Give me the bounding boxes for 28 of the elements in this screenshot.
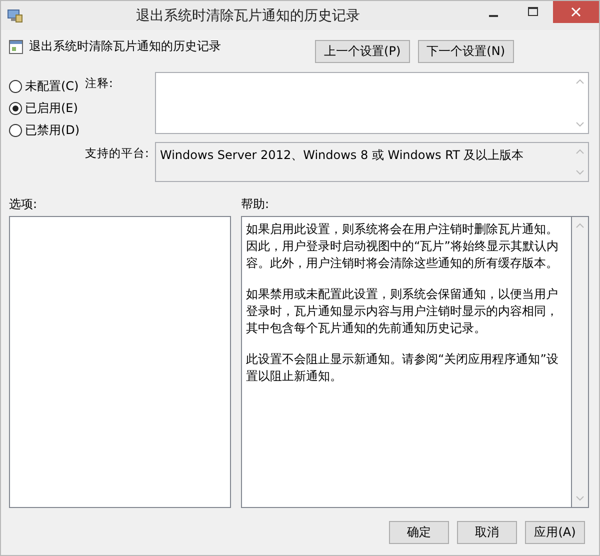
help-paragraph: 如果禁用或未配置此设置，则系统会保留通知，以便当用户登录时，瓦片通知显示内容与用户注销时显示的内容相同，其中包含每个瓦片通知的先前通知历史记录。 xyxy=(246,286,559,337)
app-icon xyxy=(7,8,23,22)
dialog-button[interactable]: 确定 xyxy=(389,521,449,544)
comment-label: 注释: xyxy=(85,75,114,92)
comment-field[interactable] xyxy=(155,72,589,134)
policy-icon xyxy=(9,40,23,54)
radio-button[interactable] xyxy=(9,80,22,92)
dialog-button[interactable]: 取消 xyxy=(457,521,517,544)
platform-label: 支持的平台: xyxy=(85,145,150,162)
close-button[interactable] xyxy=(553,1,599,23)
nav-button[interactable]: 下一个设置(N) xyxy=(418,40,514,63)
minimize-icon xyxy=(488,14,498,16)
nav-button[interactable]: 上一个设置(P) xyxy=(315,40,410,63)
radio-label: 已启用(E) xyxy=(25,100,78,116)
close-icon xyxy=(571,7,581,17)
setting-title: 退出系统时清除瓦片通知的历史记录 xyxy=(29,38,221,55)
dialog-button[interactable]: 应用(A) xyxy=(525,521,585,544)
help-paragraph: 如果启用此设置，则系统将会在用户注销时删除瓦片通知。因此，用户登录时启动视图中的“瓦片”将始终显示其默认内容。此外，用户注销时将会清除这些通知的所有缓存版本。 xyxy=(246,221,560,272)
help-label: 帮助: xyxy=(241,196,270,213)
radio-label: 已禁用(D) xyxy=(25,122,80,138)
help-paragraph: 此设置不会阻止显示新通知。请参阅“关闭应用程序通知”设置以阻止新通知。 xyxy=(246,351,560,385)
radio-button[interactable] xyxy=(9,124,22,136)
radio-label: 未配置(C) xyxy=(25,78,79,94)
options-label: 选项: xyxy=(9,196,38,213)
radio-button[interactable] xyxy=(9,102,22,114)
window-title: 退出系统时清除瓦片通知的历史记录 xyxy=(135,6,361,24)
maximize-icon xyxy=(528,7,538,17)
platform-text: Windows Server 2012、Windows 8 或 Windows RT 及以上版本 xyxy=(159,147,525,164)
